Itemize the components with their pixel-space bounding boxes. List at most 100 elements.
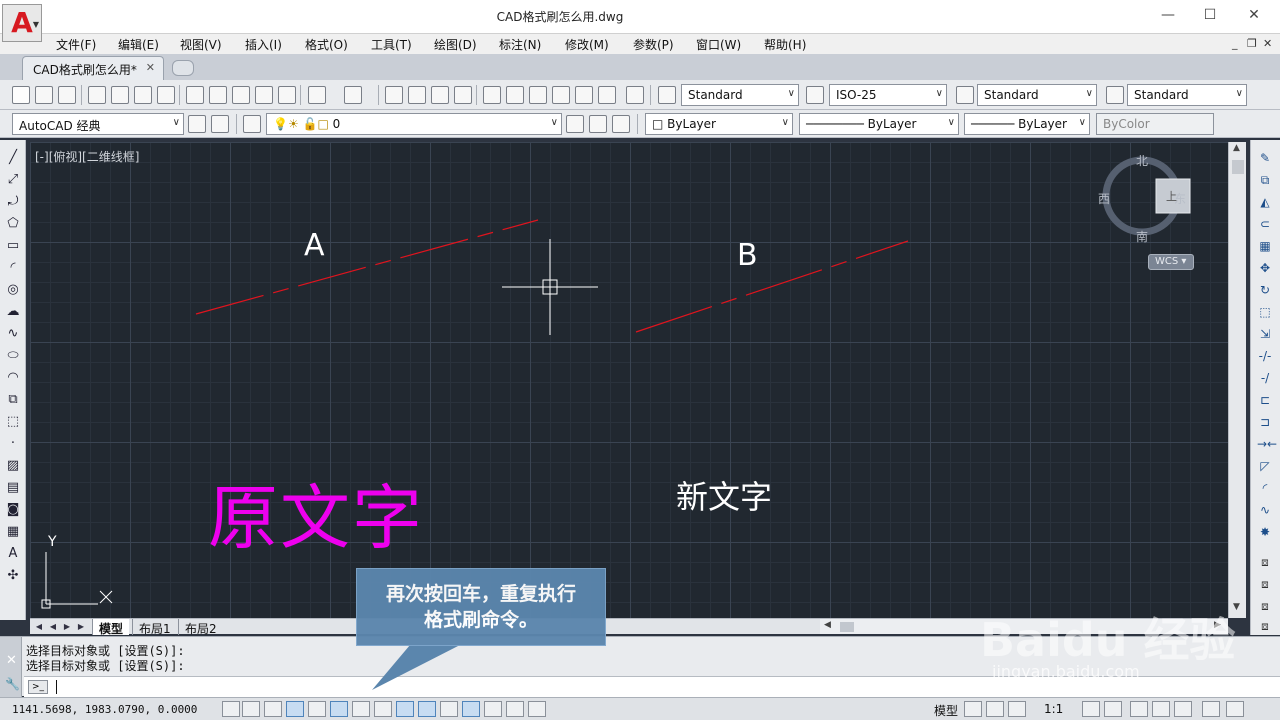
text-style-icon[interactable] <box>658 86 676 104</box>
explode-icon[interactable]: ✸ <box>1257 524 1273 540</box>
menu-help[interactable]: 帮助(H) <box>764 36 806 53</box>
layer-properties-icon[interactable] <box>243 115 261 133</box>
region-icon[interactable]: ◙ <box>5 502 21 518</box>
close-command-line-icon[interactable]: ✕ <box>6 653 17 668</box>
dim-style-select[interactable]: ISO-25 ∨ <box>829 84 947 106</box>
doc-restore-icon[interactable]: ❐ <box>1247 37 1257 50</box>
quick-view-drawings-icon[interactable] <box>986 701 1004 717</box>
grid-toggle[interactable] <box>264 701 282 717</box>
menu-tools[interactable]: 工具(T) <box>371 36 412 53</box>
rectangle-icon[interactable]: ▭ <box>5 238 21 254</box>
doc-minimize-icon[interactable]: _ <box>1232 37 1238 50</box>
spline-icon[interactable]: ∿ <box>5 326 21 342</box>
design-center-icon[interactable] <box>506 86 524 104</box>
table-style-icon[interactable] <box>956 86 974 104</box>
lock-ui-icon[interactable] <box>1152 701 1170 717</box>
layer-states-icon[interactable] <box>612 115 630 133</box>
polyline-icon[interactable]: ⤾ <box>5 194 21 210</box>
auto-scale-icon[interactable] <box>1104 701 1122 717</box>
maximize-button[interactable]: ☐ <box>1190 4 1230 26</box>
menu-parameters[interactable]: 参数(P) <box>633 36 674 53</box>
customize-icon[interactable] <box>211 115 229 133</box>
zoom-realtime-icon[interactable] <box>408 86 426 104</box>
object-snap-toggle[interactable] <box>330 701 348 717</box>
point-icon[interactable]: · <box>5 436 21 452</box>
break-at-point-icon[interactable]: ⊏ <box>1257 392 1273 408</box>
line-icon[interactable]: ╱ <box>5 150 21 166</box>
text-front-icon[interactable]: ⧈ <box>1257 618 1273 634</box>
menu-modify[interactable]: 修改(M) <box>565 36 609 53</box>
chamfer-icon[interactable]: ◸ <box>1257 458 1273 474</box>
menu-draw[interactable]: 绘图(D) <box>434 36 477 53</box>
multiline-text-icon[interactable]: A <box>5 546 21 562</box>
multileader-style-select[interactable]: Standard ∨ <box>1127 84 1247 106</box>
viewcube-top-face[interactable]: 上 <box>1166 188 1177 204</box>
application-menu-button[interactable]: A ▼ <box>2 4 42 42</box>
menu-file[interactable]: 文件(F) <box>56 36 96 53</box>
array-icon[interactable]: ▦ <box>1257 238 1273 254</box>
menu-edit[interactable]: 编辑(E) <box>118 36 159 53</box>
revision-cloud-icon[interactable]: ☁ <box>5 304 21 320</box>
isolate-objects-icon[interactable] <box>1202 701 1220 717</box>
wcs-menu[interactable]: WCS ▾ <box>1148 254 1194 270</box>
open-file-icon[interactable] <box>35 86 53 104</box>
quick-properties-toggle[interactable] <box>484 701 502 717</box>
close-tab-icon[interactable]: ✕ <box>146 61 155 74</box>
rotate-icon[interactable]: ↻ <box>1257 282 1273 298</box>
move-icon[interactable]: ✥ <box>1257 260 1273 276</box>
wrench-icon[interactable]: 🔧 <box>5 677 20 691</box>
scroll-up-icon[interactable]: ▲ <box>1233 143 1240 153</box>
dim-style-icon[interactable] <box>806 86 824 104</box>
sheet-set-icon[interactable] <box>552 86 570 104</box>
tab-layout2[interactable]: 布局2 <box>178 619 223 636</box>
trim-icon[interactable]: -/- <box>1257 348 1273 364</box>
zoom-window-icon[interactable] <box>431 86 449 104</box>
last-tab-icon[interactable]: ▶ <box>76 621 86 632</box>
properties-icon[interactable] <box>483 86 501 104</box>
gradient-icon[interactable]: ▤ <box>5 480 21 496</box>
text-style-select[interactable]: Standard ∨ <box>681 84 799 106</box>
viewcube-south[interactable]: 南 <box>1136 228 1148 245</box>
construction-line-icon[interactable]: ⤢ <box>5 172 21 188</box>
lineweight-select[interactable]: ────── ByLayer ∨ <box>964 113 1090 135</box>
close-window-button[interactable]: ✕ <box>1234 4 1274 26</box>
cursor-coordinates[interactable]: 1141.5698, 1983.0790, 0.0000 <box>12 703 197 716</box>
calculator-icon[interactable] <box>598 86 616 104</box>
tab-model[interactable]: 模型 <box>92 619 130 636</box>
help-icon[interactable] <box>626 86 644 104</box>
ducs-toggle[interactable] <box>396 701 414 717</box>
viewcube-west[interactable]: 西 <box>1098 190 1110 207</box>
quick-view-layouts-icon[interactable] <box>964 701 982 717</box>
blend-curves-icon[interactable]: ∿ <box>1257 502 1273 518</box>
vertical-scroll-thumb[interactable] <box>1232 160 1244 174</box>
offset-icon[interactable]: ⊂ <box>1257 216 1273 232</box>
cut-icon[interactable] <box>186 86 204 104</box>
doc-close-icon[interactable]: ✕ <box>1263 37 1272 50</box>
menu-view[interactable]: 视图(V) <box>180 36 222 53</box>
snap-mode-toggle[interactable] <box>242 701 260 717</box>
pan-status-icon[interactable] <box>1008 701 1026 717</box>
fillet-icon[interactable]: ◜ <box>1257 480 1273 496</box>
infer-constraints-toggle[interactable] <box>222 701 240 717</box>
menu-insert[interactable]: 插入(I) <box>245 36 282 53</box>
layer-select[interactable]: 💡☀ 🔓□ 0 ∨ <box>266 113 562 135</box>
polygon-icon[interactable]: ⬠ <box>5 216 21 232</box>
polar-tracking-toggle[interactable] <box>308 701 326 717</box>
prev-tab-icon[interactable]: ◀ <box>48 621 58 632</box>
circle-icon[interactable]: ◎ <box>5 282 21 298</box>
command-line-handle[interactable]: ✕ 🔧 <box>0 637 22 697</box>
make-block-icon[interactable]: ⬚ <box>5 414 21 430</box>
print-preview-icon[interactable] <box>111 86 129 104</box>
table-icon[interactable]: ▦ <box>5 524 21 540</box>
save-icon[interactable] <box>58 86 76 104</box>
bring-forward-icon[interactable]: ⧈ <box>1257 576 1273 592</box>
join-icon[interactable]: →← <box>1257 436 1277 452</box>
menu-dimension[interactable]: 标注(N) <box>499 36 541 53</box>
markup-icon[interactable] <box>575 86 593 104</box>
copy-icon[interactable] <box>209 86 227 104</box>
otrack-toggle[interactable] <box>374 701 392 717</box>
command-prompt-icon[interactable]: >_ <box>28 680 48 694</box>
insert-block-icon[interactable]: ⧉ <box>5 392 21 408</box>
arc-icon[interactable]: ◜ <box>5 260 21 276</box>
erase-icon[interactable]: ✎ <box>1257 150 1273 166</box>
